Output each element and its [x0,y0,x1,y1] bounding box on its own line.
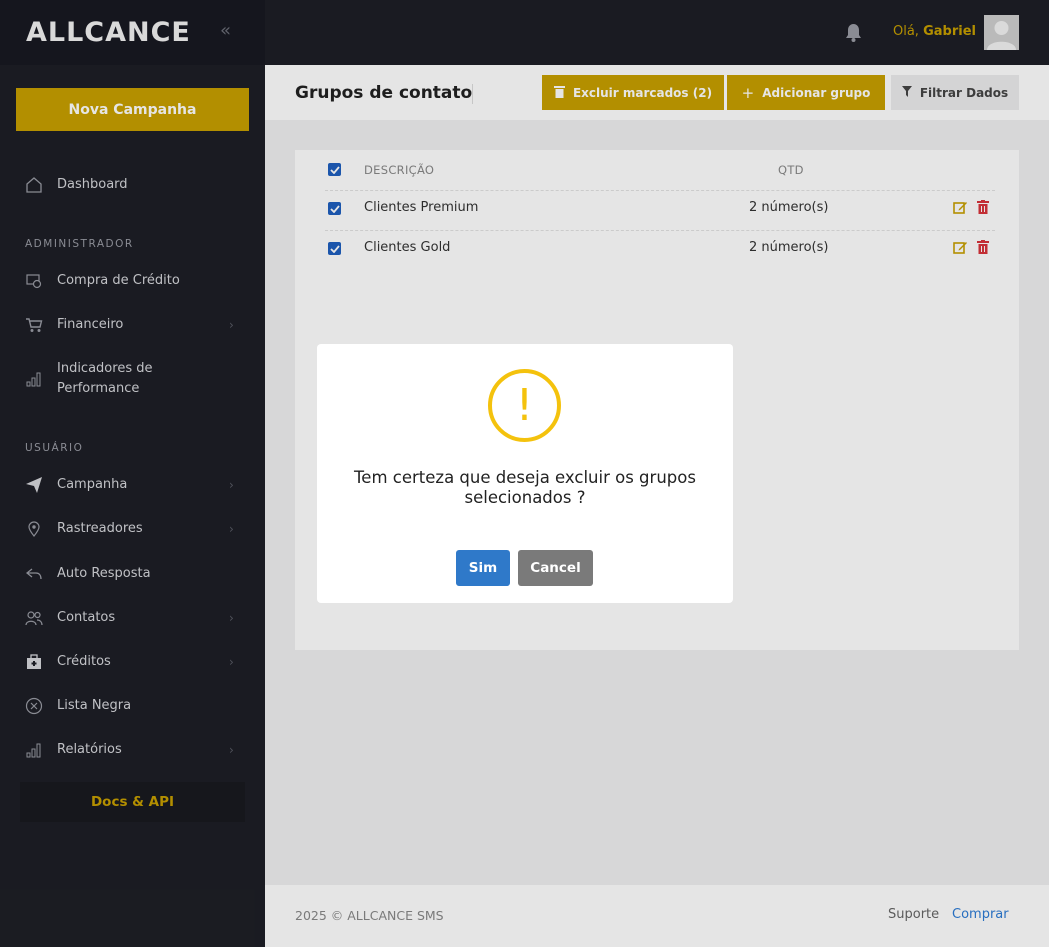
dialog-message: Tem certeza que deseja excluir os grupos… [354,468,696,507]
cancel-button[interactable]: Cancel [518,550,593,586]
confirm-button[interactable]: Sim [456,550,510,586]
warning-icon-glyph: ! [515,380,534,431]
warning-icon: ! [488,369,561,442]
confirm-delete-dialog: ! Tem certeza que deseja excluir os grup… [317,344,733,603]
